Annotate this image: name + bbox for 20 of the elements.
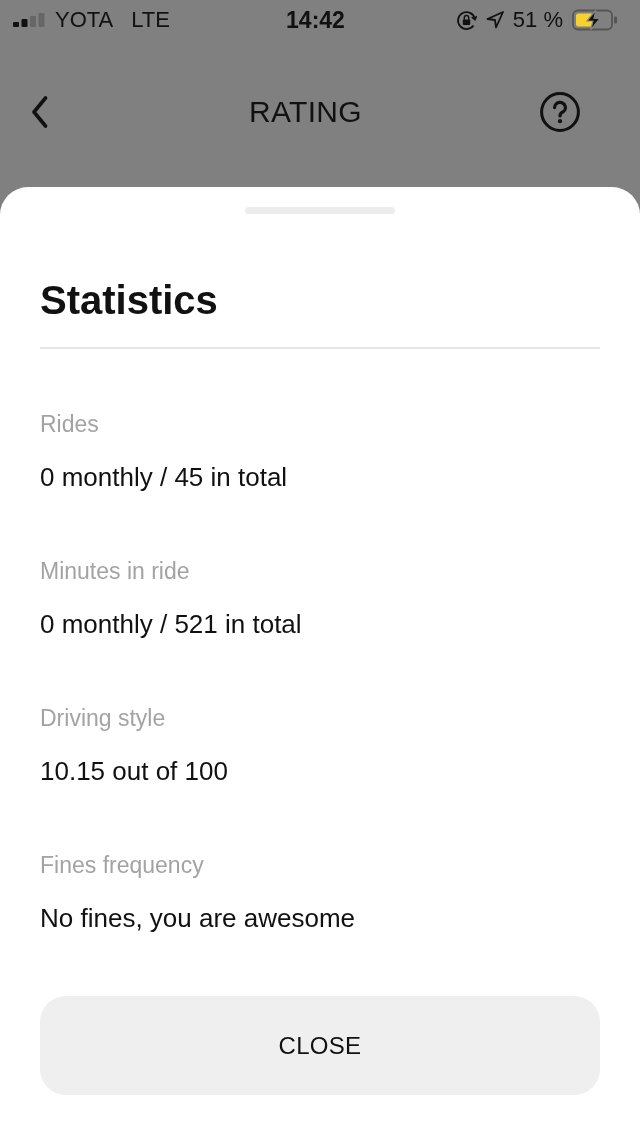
- stat-value: 0 monthly / 45 in total: [40, 461, 288, 494]
- stat-label: Rides: [40, 410, 99, 439]
- stat-value: No fines, you are awesome: [40, 902, 356, 935]
- question-mark-icon[interactable]: [540, 92, 580, 132]
- stat-value: 0 monthly / 521 in total: [40, 608, 302, 641]
- signal-icon: [13, 13, 45, 27]
- battery-percent: 51 %: [512, 7, 563, 33]
- stat-label: Minutes in ride: [40, 557, 190, 586]
- chevron-left-icon[interactable]: [31, 96, 48, 128]
- sheet-title: Statistics: [40, 277, 218, 324]
- network-label: LTE: [131, 7, 170, 33]
- stat-value: 10.15 out of 100: [40, 755, 228, 788]
- screen-title: RATING: [249, 95, 362, 129]
- stat-label: Driving style: [40, 704, 166, 733]
- status-time: 14:42: [286, 6, 345, 34]
- close-button[interactable]: CLOSE: [40, 996, 600, 1095]
- stat-label: Fines frequency: [40, 851, 204, 880]
- carrier-label: YOTA: [55, 7, 114, 33]
- rotation-lock-icon: [455, 9, 477, 31]
- location-arrow-icon: [485, 11, 504, 29]
